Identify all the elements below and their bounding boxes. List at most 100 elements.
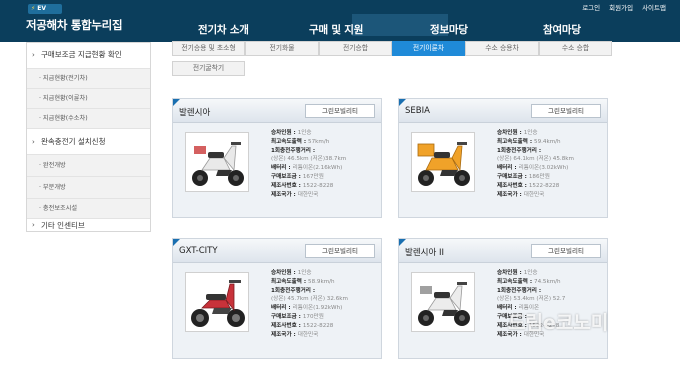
manufacturer-button[interactable]: 그린모빌리티 <box>305 104 375 118</box>
chevron-right-icon: › <box>32 221 35 229</box>
spec-seats: 1인승 <box>523 130 538 136</box>
spec-subsidy: 170만원 <box>302 313 324 320</box>
tab-ev-cargo[interactable]: 전기화물 <box>245 41 319 56</box>
sidebar-item-label: 완속충전기 설치신청 <box>41 137 106 146</box>
tab-hydrogen-bus[interactable]: 수소 승합 <box>539 41 612 56</box>
signup-link[interactable]: 회원가입 <box>609 2 633 12</box>
spec-phone: 1522-8228 <box>528 182 560 189</box>
spec-phone: 1522-8228 <box>302 322 334 329</box>
sidebar-item-label: · 부분개방 <box>39 184 66 191</box>
spec-label: 승차인원 : <box>497 130 524 136</box>
spec-label: 배터리 : <box>271 305 293 312</box>
nav-purchase-support[interactable]: 구매 및 지원 <box>309 22 363 37</box>
sidebar-item-label: 기타 인센티브 <box>41 221 85 230</box>
nav-ev-intro[interactable]: 전기차 소개 <box>198 22 249 37</box>
spec-label: 제조국가 : <box>271 331 298 338</box>
spec-label: 구매보조금 : <box>497 173 529 180</box>
sidebar-subitem-charging-aux[interactable]: · 충전보조시설 <box>27 199 150 219</box>
watermark-text: 드림e코노미 <box>508 312 609 334</box>
spec-label: 배터리 : <box>497 165 519 172</box>
card-header: 발렌시아 그린모빌리티 <box>173 99 381 123</box>
manufacturer-button[interactable]: 그린모빌리티 <box>531 244 601 258</box>
sidebar-subitem-full-open[interactable]: · 완전개방 <box>27 155 150 177</box>
sidebar-subitem-partial-open[interactable]: · 부분개방 <box>27 177 150 199</box>
spec-subsidy: 186만원 <box>528 173 550 180</box>
utility-links: 로그인 회원가입 사이트맵 <box>582 2 666 12</box>
vehicle-specs: 승차인원 : 1인승 최고속도출력 : 58.9km/h 1회충전주행거리 : … <box>271 269 381 339</box>
spec-speed: 74.5km/h <box>534 278 561 285</box>
vehicle-photo <box>185 272 249 332</box>
sidebar-item-label: · 지급현황(이륜차) <box>39 95 88 102</box>
spec-label: 승차인원 : <box>497 270 524 276</box>
spec-seats: 1인승 <box>297 130 312 136</box>
spec-country: 대한민국 <box>297 331 319 338</box>
spec-battery: 리튬이온(1.92kWh) <box>292 305 343 312</box>
vehicle-photo <box>411 132 475 192</box>
spec-label: 제조국가 : <box>271 191 298 198</box>
spec-speed: 57km/h <box>308 138 330 145</box>
spec-battery: 리튬이온(3.02kWh) <box>518 165 569 172</box>
spec-battery: 리튬이온(2.16kWh) <box>292 165 343 172</box>
spec-label: 1회충전주행거리 : <box>271 147 316 154</box>
nav-participation[interactable]: 참여마당 <box>543 22 581 37</box>
spec-label: 구매보조금 : <box>271 173 303 180</box>
scooter-icon <box>418 282 470 326</box>
sidebar-menu: › 구매보조금 지급현황 확인 · 지급현황(전기차) · 지급현황(이륜차) ·… <box>26 42 151 232</box>
watermark: 드림e코노미 <box>508 300 658 350</box>
spec-label: 배터리 : <box>271 165 293 172</box>
tab-ev-two-wheeler[interactable]: 전기이륜차 <box>392 41 465 56</box>
sitemap-link[interactable]: 사이트맵 <box>642 2 666 12</box>
spec-label: 1회충전주행거리 : <box>497 287 542 294</box>
manufacturer-button[interactable]: 그린모빌리티 <box>531 104 601 118</box>
sidebar-subitem-two-wheeler[interactable]: · 지급현황(이륜차) <box>27 89 150 109</box>
site-title[interactable]: 저공해차 통합누리집 <box>26 17 123 33</box>
spec-range: (상온) 45.7km (저온) 32.6km <box>271 296 348 303</box>
sidebar-item-charger-install[interactable]: › 완속충전기 설치신청 <box>27 129 150 155</box>
spec-label: 구매보조금 : <box>271 313 303 320</box>
chevron-right-icon: › <box>32 51 35 59</box>
corner-accent <box>173 99 180 106</box>
sidebar-subitem-hydrogen[interactable]: · 지급현황(수소차) <box>27 109 150 129</box>
tab-ev-excavator[interactable]: 전기굴착기 <box>172 61 245 76</box>
sidebar-item-label: · 충전보조시설 <box>39 205 78 212</box>
spec-label: 최고속도출력 : <box>271 138 309 145</box>
login-link[interactable]: 로그인 <box>582 2 600 12</box>
tab-ev-passenger[interactable]: 전기승용 및 초소형 <box>172 41 245 56</box>
spec-label: 승차인원 : <box>271 270 298 276</box>
spec-label: 제조사번호 : <box>497 182 529 189</box>
spec-seats: 1인승 <box>297 270 312 276</box>
spec-label: 제조국가 : <box>497 191 524 198</box>
sidebar-item-subsidy-status[interactable]: › 구매보조금 지급현황 확인 <box>27 43 150 69</box>
vehicle-card: GXT-CITY 그린모빌리티 승차인원 : 1인승 최고속도출력 : 58.9… <box>172 238 382 359</box>
spec-speed: 58.9km/h <box>308 278 335 285</box>
sidebar-item-label: · 지급현황(수소차) <box>39 115 88 122</box>
nav-info[interactable]: 정보마당 <box>430 22 468 37</box>
spec-label: 1회충전주행거리 : <box>497 147 542 154</box>
vehicle-photo <box>185 132 249 192</box>
sidebar-item-label: · 완전개방 <box>39 162 66 169</box>
manufacturer-button[interactable]: 그린모빌리티 <box>305 244 375 258</box>
tab-ev-bus[interactable]: 전기승합 <box>319 41 392 56</box>
sidebar-subitem-ev[interactable]: · 지급현황(전기차) <box>27 69 150 89</box>
sidebar-item-other-incentive[interactable]: › 기타 인센티브 <box>27 219 150 232</box>
corner-accent <box>173 239 180 246</box>
spec-label: 제조사번호 : <box>271 322 303 329</box>
corner-accent <box>399 239 406 246</box>
ev-logo-badge[interactable]: ⚡ EV <box>28 4 62 14</box>
spec-label: 최고속도출력 : <box>497 138 535 145</box>
tab-hydrogen-passenger[interactable]: 수소 승용차 <box>465 41 539 56</box>
spec-seats: 1인승 <box>523 270 538 276</box>
vehicle-name: 발렌시아 II <box>405 248 444 258</box>
vehicle-specs: 승차인원 : 1인승 최고속도출력 : 57km/h 1회충전주행거리 : (상… <box>271 129 381 199</box>
spec-label: 승차인원 : <box>271 130 298 136</box>
card-header: GXT-CITY 그린모빌리티 <box>173 239 381 263</box>
spec-label: 최고속도출력 : <box>271 278 309 285</box>
scooter-icon <box>191 280 245 327</box>
vehicle-card: SEBIA 그린모빌리티 승차인원 : 1인승 최고속도출력 : 59.4km/… <box>398 98 608 218</box>
spec-subsidy: 167만원 <box>302 173 324 180</box>
spec-range: (상온) 46.5km (저온)38.7km <box>271 156 347 163</box>
sidebar-item-label: 구매보조금 지급현황 확인 <box>41 50 122 59</box>
bolt-icon: ⚡ <box>31 5 36 12</box>
vehicle-photo <box>411 272 475 332</box>
vehicle-name: 발렌시아 <box>179 108 211 118</box>
